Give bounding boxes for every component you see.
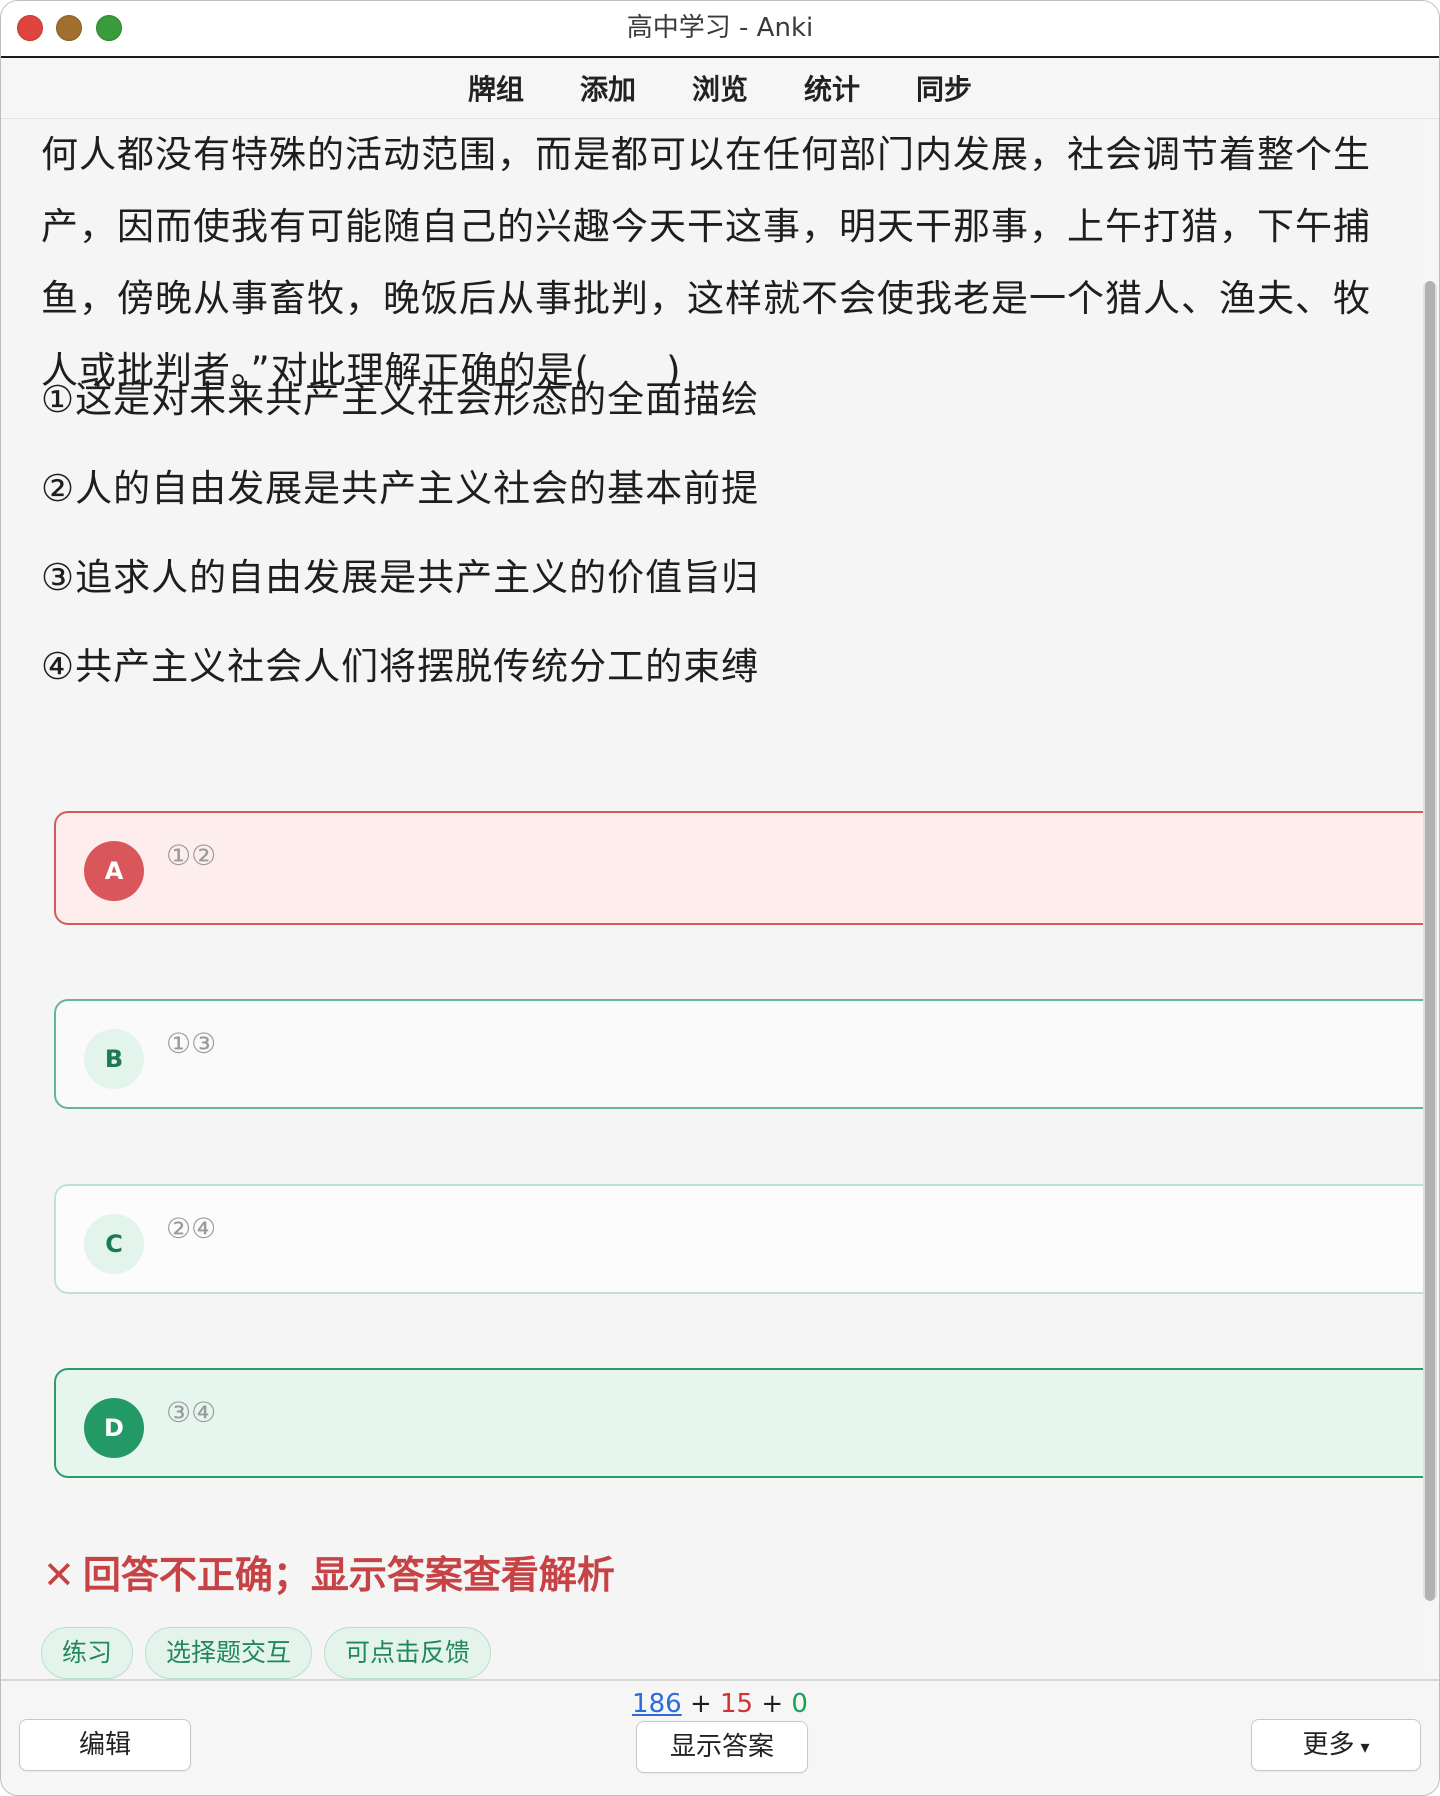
option-letter-badge: B <box>84 1029 144 1089</box>
statement-1: ①这是对未来共产主义社会形态的全面描绘 <box>41 378 760 421</box>
wrong-x-icon: ✕ <box>43 1553 75 1597</box>
option-text: ①③ <box>166 1027 217 1060</box>
tag-chip[interactable]: 可点击反馈 <box>324 1627 492 1679</box>
card-content: 何人都没有特殊的活动范围，而是都可以在任何部门内发展，社会调节着整个生 产，因而… <box>1 119 1423 1679</box>
toolbar-decks[interactable]: 牌组 <box>468 68 524 108</box>
answer-feedback: ✕ 回答不正确；显示答案查看解析 <box>43 1544 615 1599</box>
show-answer-button[interactable]: 显示答案 <box>636 1721 808 1773</box>
count-separator: + <box>761 1689 784 1719</box>
more-button[interactable]: 更多 ▾ <box>1251 1719 1421 1771</box>
option-a[interactable]: A ①② <box>54 811 1423 925</box>
option-text: ③④ <box>166 1396 217 1429</box>
new-count[interactable]: 186 <box>632 1689 682 1719</box>
toolbar-browse[interactable]: 浏览 <box>692 68 748 108</box>
option-text: ②④ <box>166 1212 217 1245</box>
edit-button[interactable]: 编辑 <box>19 1719 191 1771</box>
vertical-scrollbar[interactable] <box>1423 281 1437 1601</box>
toolbar-sync[interactable]: 同步 <box>916 68 972 108</box>
statement-3: ③追求人的自由发展是共产主义的价值旨归 <box>41 556 760 599</box>
tag-list: 练习 选择题交互 可点击反馈 <box>41 1627 503 1679</box>
option-letter-badge: C <box>84 1214 144 1274</box>
question-line: 产，因而使我有可能随自己的兴趣今天干这事，明天干那事，上午打猎，下午捕 <box>41 205 1371 248</box>
scrollbar-thumb[interactable] <box>1425 281 1435 1601</box>
question-line: 鱼，傍晚从事畜牧，晚饭后从事批判，这样就不会使我老是一个猎人、渔夫、牧 <box>41 277 1371 320</box>
caret-down-icon: ▾ <box>1360 1737 1370 1758</box>
option-d[interactable]: D ③④ <box>54 1368 1423 1478</box>
toolbar-add[interactable]: 添加 <box>580 68 636 108</box>
option-c[interactable]: C ②④ <box>54 1184 1423 1294</box>
review-count: 0 <box>791 1689 808 1719</box>
more-button-label: 更多 <box>1302 1730 1355 1760</box>
toolbar-stats[interactable]: 统计 <box>804 68 860 108</box>
learn-count: 15 <box>720 1689 754 1719</box>
option-letter-badge: A <box>84 841 144 901</box>
anki-window: 高中学习 - Anki 牌组 添加 浏览 统计 同步 何人都没有特殊的活动范围，… <box>0 0 1440 1796</box>
option-text: ①② <box>166 839 217 872</box>
option-letter-badge: D <box>84 1398 144 1458</box>
title-bar: 高中学习 - Anki <box>1 1 1439 58</box>
main-toolbar: 牌组 添加 浏览 统计 同步 <box>1 58 1439 119</box>
due-counts: 186 + 15 + 0 <box>1 1689 1439 1719</box>
tag-chip[interactable]: 选择题交互 <box>145 1627 313 1679</box>
question-text: 何人都没有特殊的活动范围，而是都可以在任何部门内发展，社会调节着整个生 产，因而… <box>41 119 1381 407</box>
statement-4: ④共产主义社会人们将摆脱传统分工的束缚 <box>41 645 760 688</box>
question-line: 何人都没有特殊的活动范围，而是都可以在任何部门内发展，社会调节着整个生 <box>41 133 1371 176</box>
feedback-text: 回答不正确；显示答案查看解析 <box>82 1553 615 1597</box>
review-bottom-bar: 186 + 15 + 0 编辑 显示答案 更多 ▾ <box>1 1679 1439 1795</box>
count-separator: + <box>689 1689 712 1719</box>
statement-2: ②人的自由发展是共产主义社会的基本前提 <box>41 467 760 510</box>
tag-chip[interactable]: 练习 <box>41 1627 134 1679</box>
window-title: 高中学习 - Anki <box>626 13 814 43</box>
option-b[interactable]: B ①③ <box>54 999 1423 1109</box>
